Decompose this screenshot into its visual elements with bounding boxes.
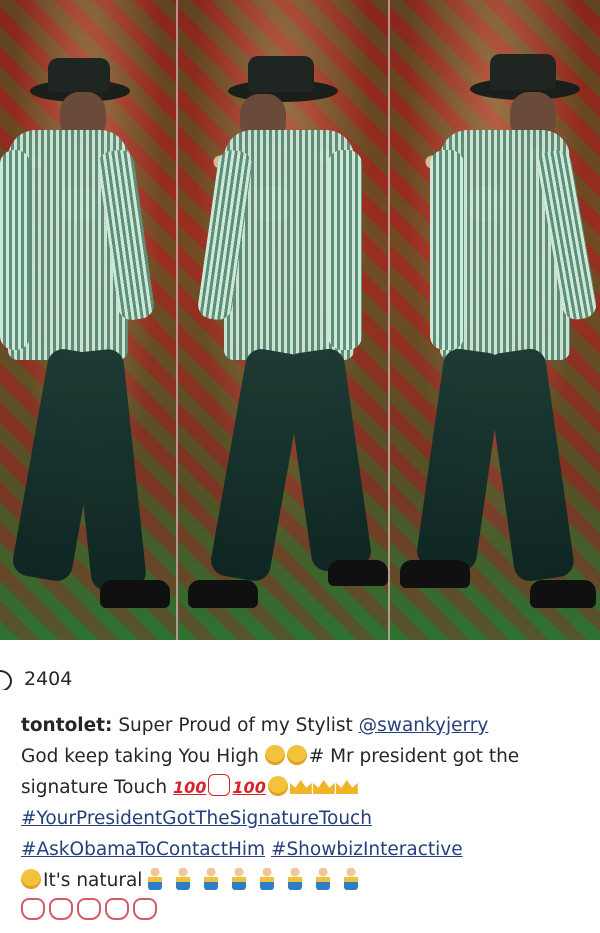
caption-text: God keep taking You High <box>21 746 259 767</box>
walking-person-icon <box>176 868 191 890</box>
crown-icon <box>289 780 312 794</box>
walking-person-icon <box>204 868 219 890</box>
caption-text: Super Proud of my Stylist <box>118 715 353 736</box>
likes-count: 2404 <box>24 668 73 690</box>
fist-icon <box>208 774 231 796</box>
photo-panel-right <box>390 0 600 640</box>
clapping-hands-icon <box>77 898 101 920</box>
clapping-hands-icon <box>133 898 157 920</box>
hashtag-link[interactable]: #YourPresidentGotTheSignatureTouch <box>21 808 372 829</box>
hashtag-link[interactable]: #ShowbizInteractive <box>271 839 463 860</box>
walking-person-icon <box>344 868 359 890</box>
caption-username[interactable]: tontolet: <box>21 715 112 736</box>
walking-person-icon <box>288 868 303 890</box>
crown-icon <box>335 780 358 794</box>
clapping-hands-icon <box>49 898 73 920</box>
heart-icon[interactable] <box>0 668 14 690</box>
post-photo[interactable] <box>0 0 600 640</box>
walking-person-icon <box>148 868 163 890</box>
crying-face-icon <box>264 745 285 765</box>
likes-row[interactable]: 2404 <box>0 664 72 694</box>
crown-icon <box>312 780 335 794</box>
mention-link[interactable]: @swankyjerry <box>359 715 489 736</box>
caption-text: It's natural <box>43 870 143 891</box>
smiling-face-icon <box>21 869 41 889</box>
crying-face-icon <box>286 745 307 765</box>
hashtag-link[interactable]: #AskObamaToContactHim <box>21 839 265 860</box>
walking-person-icon <box>260 868 275 890</box>
post-caption: tontolet: Super Proud of my Stylist @swa… <box>21 710 591 927</box>
hundred-points-icon: 100 <box>173 778 207 797</box>
smiling-face-icon <box>267 776 288 796</box>
hundred-points-icon: 100 <box>232 778 266 797</box>
photo-panel-left <box>0 0 176 640</box>
photo-panel-center <box>178 0 388 640</box>
walking-person-icon <box>232 868 247 890</box>
clapping-hands-icon <box>105 898 129 920</box>
walking-person-icon <box>316 868 331 890</box>
clapping-hands-icon <box>21 898 45 920</box>
